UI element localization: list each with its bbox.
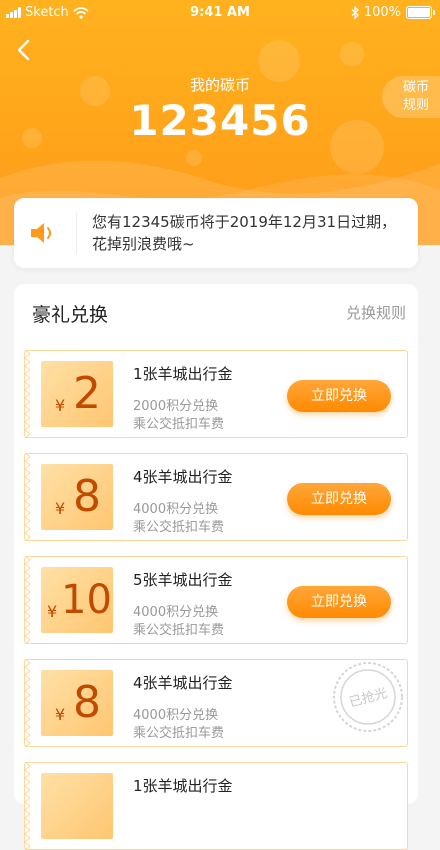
- status-bar: Sketch 9:41 AM 100%: [0, 0, 440, 26]
- coupon-edge: [24, 762, 31, 850]
- currency-symbol: ¥: [47, 602, 58, 621]
- speaker-icon: [31, 223, 51, 243]
- coupon-value-badge: ¥ 2: [41, 361, 113, 427]
- coupon-name: 5张羊城出行金: [133, 571, 233, 589]
- coupon-card-sold-out: ¥ 8 4张羊城出行金 4000积分兑换 乘公交抵扣车费 已抢光: [24, 659, 408, 747]
- coupon-points: 2000积分兑换: [133, 399, 219, 414]
- battery-percent: 100%: [363, 5, 401, 20]
- bluetooth-icon: [351, 6, 359, 19]
- battery-icon: [406, 6, 435, 19]
- coupon-card: ¥ 8 4张羊城出行金 4000积分兑换 乘公交抵扣车费 立即兑换: [24, 453, 408, 541]
- coupon-value-badge: ¥ 8: [41, 670, 113, 736]
- notice-text: 您有12345碳币将于2019年12月31日过期，花掉别浪费哦~: [92, 213, 397, 253]
- coupon-value: 8: [73, 471, 101, 522]
- coupon-value: 2: [73, 368, 101, 419]
- coupon-points: 4000积分兑换: [133, 708, 219, 723]
- coupon-value-badge: [41, 773, 113, 839]
- currency-symbol: ¥: [55, 499, 66, 518]
- coupon-name: 4张羊城出行金: [133, 468, 233, 486]
- coupon-description: 乘公交抵扣车费: [133, 726, 225, 741]
- coupon-card: ¥ 2 1张羊城出行金 2000积分兑换 乘公交抵扣车费 立即兑换: [24, 350, 408, 438]
- back-button[interactable]: [12, 36, 38, 64]
- coupon-description: 乘公交抵扣车费: [133, 520, 225, 535]
- redeem-button[interactable]: 立即兑换: [287, 380, 391, 412]
- carbon-coin-amount: 123456: [129, 96, 311, 145]
- coupon-name: 1张羊城出行金: [133, 365, 233, 383]
- exchange-rules-link[interactable]: 兑换规则: [346, 302, 406, 323]
- section-title: 豪礼兑换: [32, 304, 109, 326]
- sold-out-label: 已抢光: [347, 685, 389, 711]
- carbon-coin-rules-button[interactable]: 碳币 规则: [382, 76, 440, 118]
- page-title: 我的碳币: [189, 76, 250, 94]
- expiry-notice-card: 您有12345碳币将于2019年12月31日过期，花掉别浪费哦~: [14, 198, 418, 268]
- coupon-value: 10: [61, 577, 112, 623]
- coupon-edge: [24, 350, 31, 438]
- currency-symbol: ¥: [55, 396, 66, 415]
- coupon-card: ¥ 10 5张羊城出行金 4000积分兑换 乘公交抵扣车费 立即兑换: [24, 556, 408, 644]
- chevron-left-icon: [17, 39, 30, 61]
- sold-out-stamp: 已抢光: [333, 662, 403, 732]
- coupon-points: 4000积分兑换: [133, 605, 219, 620]
- notice-divider: [76, 212, 77, 254]
- gift-exchange-section: 豪礼兑换 兑换规则 ¥ 2 1张羊城出行金 2000积分兑换 乘公交抵扣车费 立…: [14, 284, 418, 850]
- currency-symbol: ¥: [55, 705, 66, 724]
- coupon-edge: [24, 453, 31, 541]
- coupon-name: 4张羊城出行金: [133, 674, 233, 692]
- coupon-value-badge: ¥ 8: [41, 464, 113, 530]
- decor-bubble: [340, 42, 364, 66]
- coupon-value-badge: ¥ 10: [41, 567, 113, 633]
- rules-label-line2: 规则: [402, 98, 429, 113]
- redeem-button[interactable]: 立即兑换: [287, 483, 391, 515]
- coupon-description: 乘公交抵扣车费: [133, 623, 225, 638]
- redeem-button[interactable]: 立即兑换: [287, 586, 391, 618]
- coupon-edge: [24, 659, 31, 747]
- coupon-points: 4000积分兑换: [133, 502, 219, 517]
- coupon-value: 8: [73, 677, 101, 728]
- coupon-edge: [24, 556, 31, 644]
- coupon-card: 1张羊城出行金: [24, 762, 408, 850]
- coupon-name: 1张羊城出行金: [133, 777, 233, 795]
- rules-label-line1: 碳币: [402, 80, 429, 95]
- coupon-description: 乘公交抵扣车费: [133, 417, 225, 432]
